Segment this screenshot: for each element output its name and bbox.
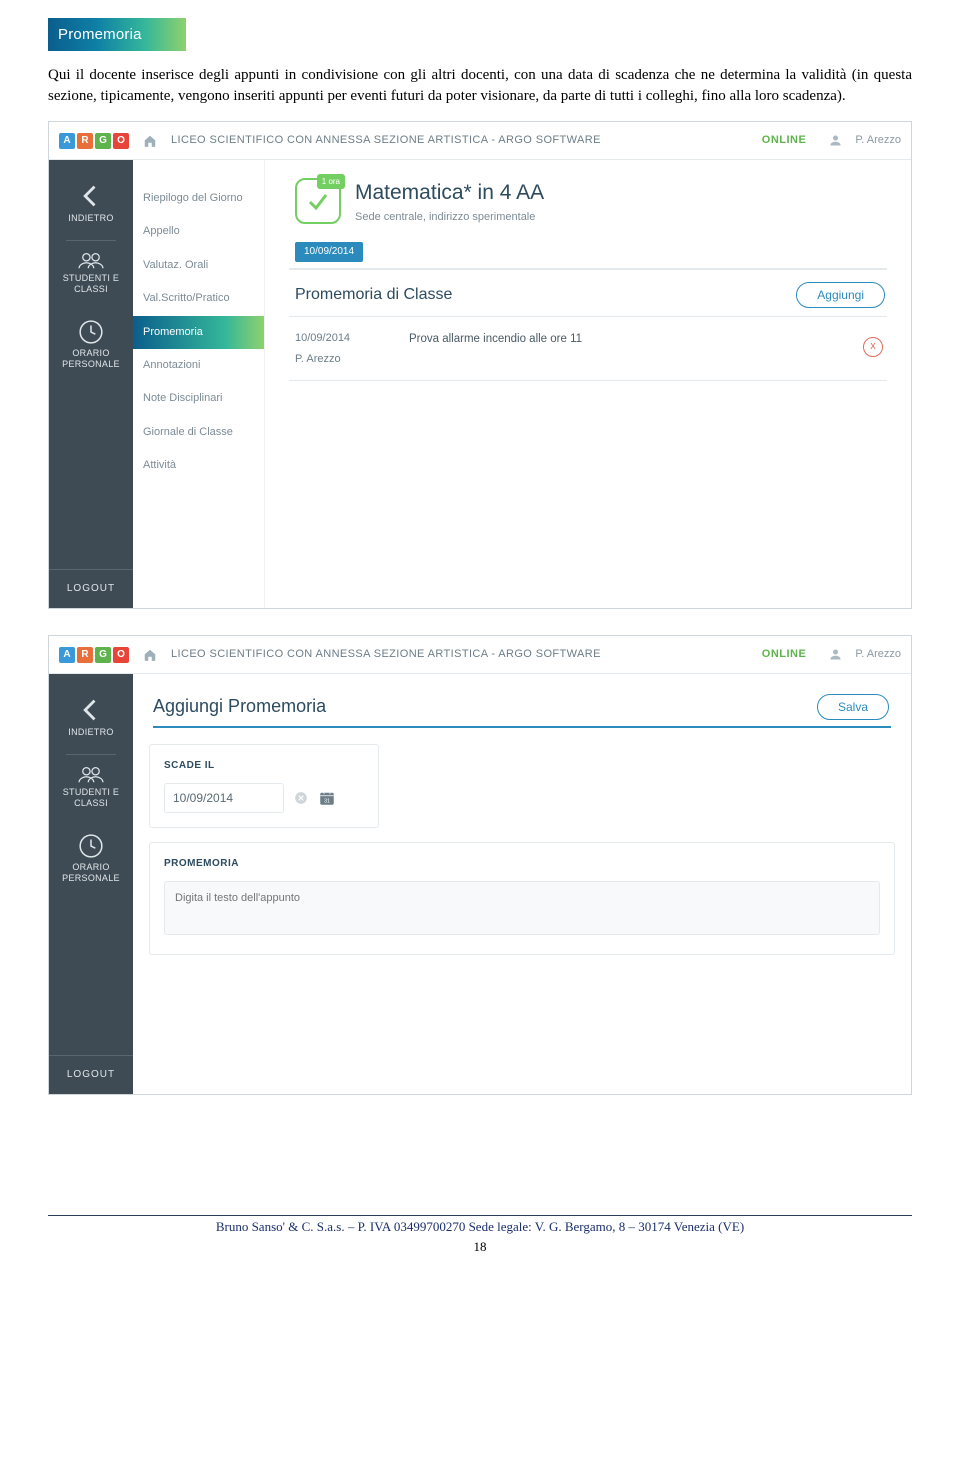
- logo-letter: R: [77, 133, 93, 149]
- user-icon: [828, 647, 843, 662]
- class-check-badge: 1 ora: [295, 178, 341, 224]
- sidebar-item-riepilogo[interactable]: Riepilogo del Giorno: [133, 182, 264, 215]
- screenshot-add-promemoria: A R G O LICEO SCIENTIFICO CON ANNESSA SE…: [48, 635, 912, 1095]
- left-rail: INDIETRO STUDENTI E CLASSI ORARIO PERSON…: [49, 160, 133, 608]
- calendar-icon[interactable]: 31: [318, 789, 336, 807]
- title-divider: [153, 726, 891, 728]
- logo-letter: O: [113, 647, 129, 663]
- sidebar-item-giornale[interactable]: Giornale di Classe: [133, 416, 264, 449]
- chevron-left-icon: [77, 182, 105, 210]
- logo-letter: O: [113, 133, 129, 149]
- sidebar-item-valutaz-orali[interactable]: Valutaz. Orali: [133, 249, 264, 282]
- save-button[interactable]: Salva: [817, 694, 889, 720]
- rail-studenti-label: STUDENTI E CLASSI: [49, 787, 133, 809]
- promemoria-textarea[interactable]: [164, 881, 880, 935]
- rail-back[interactable]: INDIETRO: [49, 178, 133, 240]
- logo-letter: G: [95, 133, 111, 149]
- sub-sidebar: Riepilogo del Giorno Appello Valutaz. Or…: [133, 160, 265, 608]
- argo-logo: A R G O: [59, 133, 129, 149]
- add-button[interactable]: Aggiungi: [796, 282, 885, 308]
- rail-studenti[interactable]: STUDENTI E CLASSI: [49, 755, 133, 825]
- memo-author: P. Arezzo: [295, 352, 381, 367]
- footer-divider: [48, 1215, 912, 1216]
- username-label: P. Arezzo: [855, 133, 901, 148]
- divider-thin: [289, 380, 887, 381]
- main-content: 1 ora Matematica* in 4 AA Sede centrale,…: [265, 160, 911, 608]
- status-online: ONLINE: [762, 647, 807, 662]
- class-header: 1 ora Matematica* in 4 AA Sede centrale,…: [281, 178, 895, 226]
- card-promemoria: PROMEMORIA: [149, 842, 895, 955]
- clock-icon: [78, 833, 104, 859]
- rail-orario[interactable]: ORARIO PERSONALE: [49, 311, 133, 385]
- divider: [289, 268, 887, 270]
- card-scade: SCADE IL 31: [149, 744, 379, 828]
- app-topbar: A R G O LICEO SCIENTIFICO CON ANNESSA SE…: [49, 636, 911, 674]
- section-title: Promemoria di Classe: [295, 284, 452, 306]
- rail-back[interactable]: INDIETRO: [49, 692, 133, 754]
- screenshot-promemoria-list: A R G O LICEO SCIENTIFICO CON ANNESSA SE…: [48, 121, 912, 609]
- class-subtitle: Sede centrale, indirizzo sperimentale: [355, 210, 544, 225]
- chevron-left-icon: [77, 696, 105, 724]
- sidebar-item-promemoria[interactable]: Promemoria: [133, 316, 264, 349]
- check-icon: [306, 189, 330, 213]
- rail-back-label: INDIETRO: [49, 727, 133, 738]
- memo-text: Prova allarme incendio alle ore 11: [409, 331, 835, 347]
- sidebar-item-attivita[interactable]: Attività: [133, 449, 264, 482]
- rail-orario[interactable]: ORARIO PERSONALE: [49, 825, 133, 899]
- clear-icon[interactable]: [294, 791, 308, 805]
- people-icon: [76, 763, 106, 785]
- scade-label: SCADE IL: [164, 759, 364, 773]
- section-badge: Promemoria: [48, 18, 186, 51]
- close-icon: x: [870, 339, 876, 354]
- page-title: Aggiungi Promemoria: [153, 694, 326, 719]
- rail-orario-label: ORARIO PERSONALE: [49, 348, 133, 370]
- svg-text:31: 31: [324, 799, 330, 805]
- delete-button[interactable]: x: [863, 337, 883, 357]
- rail-logout[interactable]: LOGOUT: [49, 1055, 133, 1094]
- user-icon: [828, 133, 843, 148]
- home-icon[interactable]: [143, 134, 157, 148]
- argo-logo: A R G O: [59, 647, 129, 663]
- sidebar-item-note-disciplinari[interactable]: Note Disciplinari: [133, 382, 264, 415]
- logo-letter: G: [95, 647, 111, 663]
- rail-orario-label: ORARIO PERSONALE: [49, 862, 133, 884]
- sidebar-item-appello[interactable]: Appello: [133, 215, 264, 248]
- status-online: ONLINE: [762, 133, 807, 148]
- rail-studenti-label: STUDENTI E CLASSI: [49, 273, 133, 295]
- logo-letter: A: [59, 133, 75, 149]
- main-content: Aggiungi Promemoria Salva SCADE IL 31 PR…: [133, 674, 911, 1094]
- school-name: LICEO SCIENTIFICO CON ANNESSA SEZIONE AR…: [171, 647, 754, 662]
- left-rail: INDIETRO STUDENTI E CLASSI ORARIO PERSON…: [49, 674, 133, 1094]
- rail-logout[interactable]: LOGOUT: [49, 569, 133, 608]
- app-topbar: A R G O LICEO SCIENTIFICO CON ANNESSA SE…: [49, 122, 911, 160]
- username-label: P. Arezzo: [855, 647, 901, 662]
- promemoria-label: PROMEMORIA: [164, 857, 880, 871]
- memo-date: 10/09/2014: [295, 331, 381, 346]
- home-icon[interactable]: [143, 648, 157, 662]
- footer-text: Bruno Sanso' & C. S.a.s. – P. IVA 034997…: [48, 1218, 912, 1236]
- date-chip[interactable]: 10/09/2014: [295, 242, 363, 262]
- sidebar-item-val-scritto[interactable]: Val.Scritto/Pratico: [133, 282, 264, 315]
- ora-chip: 1 ora: [317, 174, 345, 189]
- class-title: Matematica* in 4 AA: [355, 178, 544, 207]
- page-number: 18: [48, 1238, 912, 1256]
- rail-back-label: INDIETRO: [49, 213, 133, 224]
- sidebar-item-annotazioni[interactable]: Annotazioni: [133, 349, 264, 382]
- memo-row: 10/09/2014 P. Arezzo Prova allarme incen…: [281, 317, 895, 378]
- clock-icon: [78, 319, 104, 345]
- people-icon: [76, 249, 106, 271]
- scade-input[interactable]: [164, 783, 284, 813]
- logo-letter: A: [59, 647, 75, 663]
- logo-letter: R: [77, 647, 93, 663]
- school-name: LICEO SCIENTIFICO CON ANNESSA SEZIONE AR…: [171, 133, 754, 148]
- rail-studenti[interactable]: STUDENTI E CLASSI: [49, 241, 133, 311]
- body-paragraph: Qui il docente inserisce degli appunti i…: [48, 65, 912, 107]
